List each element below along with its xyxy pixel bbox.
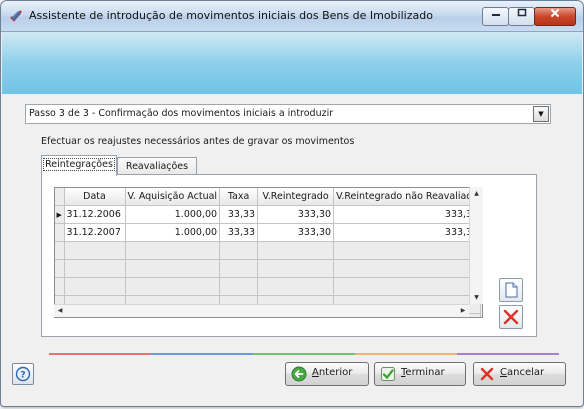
- grid-corner: [55, 188, 65, 206]
- table-row[interactable]: ▶ 31.12.2006 1.000,00 33,33 333,30 333,3…: [55, 205, 482, 224]
- new-document-icon: [505, 282, 518, 298]
- empty-row: [55, 259, 482, 278]
- cancel-label: Cancelar: [500, 367, 544, 378]
- help-button[interactable]: ?: [12, 363, 34, 385]
- column-header[interactable]: Data: [64, 188, 126, 206]
- tab-reintegracoes[interactable]: Reintegrações: [41, 155, 117, 176]
- grid-table: Data V. Aquisição Actual Taxa V.Reintegr…: [55, 188, 482, 317]
- check-icon: [381, 367, 395, 381]
- scroll-left-icon[interactable]: ◀: [54, 305, 66, 317]
- table-row[interactable]: 31.12.2007 1.000,00 33,33 333,30 333,30: [55, 223, 482, 242]
- delete-x-icon: [503, 309, 519, 325]
- previous-button[interactable]: Anterior: [285, 362, 369, 386]
- minimize-button[interactable]: [482, 7, 509, 26]
- step-select-value: Passo 3 de 3 - Confirmação dos movimento…: [29, 108, 334, 119]
- grid-cell[interactable]: 33,33: [219, 223, 259, 242]
- label-rest: nterior: [318, 367, 353, 378]
- tab-label: Reintegrações: [43, 158, 115, 171]
- column-header[interactable]: V.Reintegrado: [257, 188, 335, 206]
- label-rest: erminar: [405, 367, 445, 378]
- close-button[interactable]: [534, 7, 576, 26]
- minimize-icon: [491, 14, 500, 16]
- step-select[interactable]: Passo 3 de 3 - Confirmação dos movimento…: [25, 104, 551, 124]
- svg-text:?: ?: [20, 371, 25, 381]
- maximize-button[interactable]: [508, 7, 535, 26]
- grid-cell[interactable]: 1.000,00: [125, 223, 221, 242]
- column-header[interactable]: Taxa: [219, 188, 259, 206]
- horizontal-scrollbar[interactable]: ◀ ▶: [54, 304, 469, 317]
- new-row-button[interactable]: [499, 278, 523, 302]
- cancel-button[interactable]: Cancelar: [473, 362, 566, 386]
- scroll-down-icon[interactable]: ▼: [470, 291, 483, 304]
- close-icon: [550, 8, 560, 18]
- grid-cell[interactable]: 333,30: [257, 223, 335, 242]
- label-rest: ancelar: [506, 367, 545, 378]
- window-title: Assistente de introdução de movimentos i…: [29, 9, 433, 22]
- previous-label: Anterior: [312, 367, 352, 378]
- arrow-left-green-icon: [291, 366, 307, 382]
- chevron-down-icon[interactable]: ▼: [533, 106, 549, 122]
- maximize-icon: [517, 8, 526, 17]
- column-header[interactable]: V. Aquisição Actual: [125, 188, 221, 206]
- vertical-scrollbar[interactable]: ▲ ▼: [469, 187, 483, 304]
- title-bar[interactable]: Assistente de introdução de movimentos i…: [1, 1, 583, 32]
- movements-grid[interactable]: Data V. Aquisição Actual Taxa V.Reintegr…: [54, 187, 483, 318]
- delete-row-button[interactable]: [499, 305, 523, 329]
- hotkey-letter: C: [500, 367, 507, 378]
- grid-header-row: Data V. Aquisição Actual Taxa V.Reintegr…: [55, 188, 482, 206]
- grid-cell[interactable]: 333,30: [333, 205, 482, 224]
- column-header[interactable]: V.Reintegrado não Reavaliado: [333, 188, 482, 206]
- scroll-up-icon[interactable]: ▲: [470, 187, 483, 200]
- wizard-window: Assistente de introdução de movimentos i…: [0, 0, 584, 407]
- grid-cell[interactable]: 31.12.2006: [64, 205, 126, 224]
- finish-button[interactable]: Terminar: [374, 362, 466, 386]
- empty-row: [55, 241, 482, 260]
- check-pen-icon: [10, 10, 22, 22]
- x-red-icon: [480, 367, 494, 381]
- scroll-right-icon[interactable]: ▶: [457, 305, 469, 317]
- grid-cell[interactable]: 333,30: [257, 205, 335, 224]
- current-row-indicator: ▶: [55, 205, 65, 224]
- tab-panel: Data V. Aquisição Actual Taxa V.Reintegr…: [41, 174, 537, 337]
- instruction-text: Efectuar os reajustes necessários antes …: [41, 136, 355, 147]
- footer-divider: [49, 353, 559, 355]
- header-banner: [2, 32, 582, 94]
- grid-cell[interactable]: 33,33: [219, 205, 259, 224]
- grid-cell[interactable]: 1.000,00: [125, 205, 221, 224]
- finish-label: Terminar: [401, 367, 445, 378]
- grid-cell[interactable]: 31.12.2007: [64, 223, 126, 242]
- empty-row: [55, 277, 482, 296]
- help-icon: ?: [15, 366, 31, 382]
- grid-cell[interactable]: 333,30: [333, 223, 482, 242]
- tab-label: Reavaliações: [125, 161, 189, 172]
- row-indicator: [55, 223, 65, 242]
- hotkey-letter: A: [312, 367, 319, 378]
